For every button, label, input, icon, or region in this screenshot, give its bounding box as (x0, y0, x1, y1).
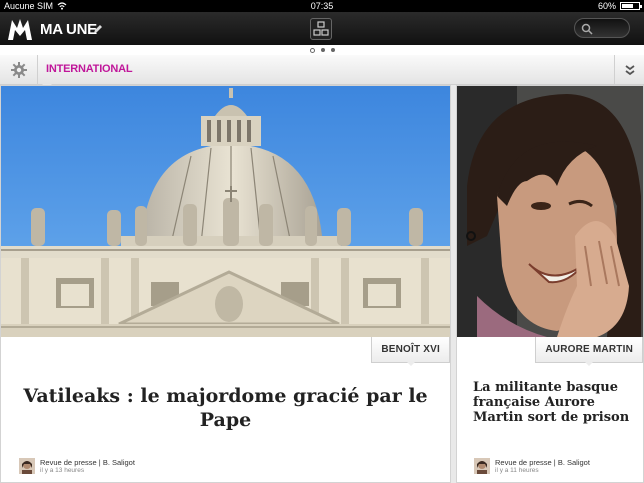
search-icon (581, 23, 593, 35)
battery-icon (620, 2, 642, 10)
article-card[interactable]: BENOÎT XVI Vatileaks : le majordome grac… (0, 85, 451, 483)
battery-percent: 60% (597, 1, 616, 11)
article-card[interactable]: AURORE MARTIN La militante basque frança… (456, 85, 644, 483)
byline-text: Revue de presse | B. Saligot (40, 458, 135, 467)
expand-sections-button[interactable] (614, 55, 644, 85)
author-avatar (474, 458, 490, 474)
grid-view-button[interactable] (310, 18, 332, 40)
grid-icon (313, 21, 329, 36)
article-photo[interactable] (1, 86, 450, 337)
author-avatar (19, 458, 35, 474)
portrait-image (457, 86, 643, 337)
basilica-image (1, 86, 450, 337)
gear-icon (10, 62, 27, 78)
byline-time: il y a 13 heures (40, 467, 85, 474)
top-nav: MA UNE (0, 12, 644, 45)
status-bar: Aucune SIM 07:35 60% (0, 0, 644, 12)
edit-icon[interactable] (93, 24, 103, 34)
double-chevron-down-icon (624, 65, 635, 76)
app-logo[interactable] (6, 16, 34, 42)
page-dot[interactable] (330, 48, 335, 52)
section-label[interactable]: INTERNATIONAL (46, 63, 133, 75)
page-dot[interactable] (320, 48, 325, 52)
search-button[interactable] (574, 18, 630, 38)
article-tag[interactable]: BENOÎT XVI (371, 337, 450, 366)
byline-time: il y a 11 heures (495, 467, 539, 474)
page-dot[interactable] (309, 47, 315, 53)
article-tag[interactable]: AURORE MARTIN (535, 337, 643, 366)
page-title[interactable]: MA UNE (40, 21, 97, 38)
section-bar: INTERNATIONAL (0, 55, 644, 89)
byline-text: Revue de presse | B. Saligot (495, 458, 590, 467)
settings-button[interactable] (0, 55, 38, 85)
article-photo[interactable] (457, 86, 643, 337)
page-indicator[interactable] (0, 45, 644, 55)
article-headline[interactable]: La militante basque française Aurore Mar… (473, 380, 633, 425)
clock: 07:35 (310, 1, 334, 11)
article-headline[interactable]: Vatileaks : le majordome gracié par le P… (15, 384, 436, 432)
